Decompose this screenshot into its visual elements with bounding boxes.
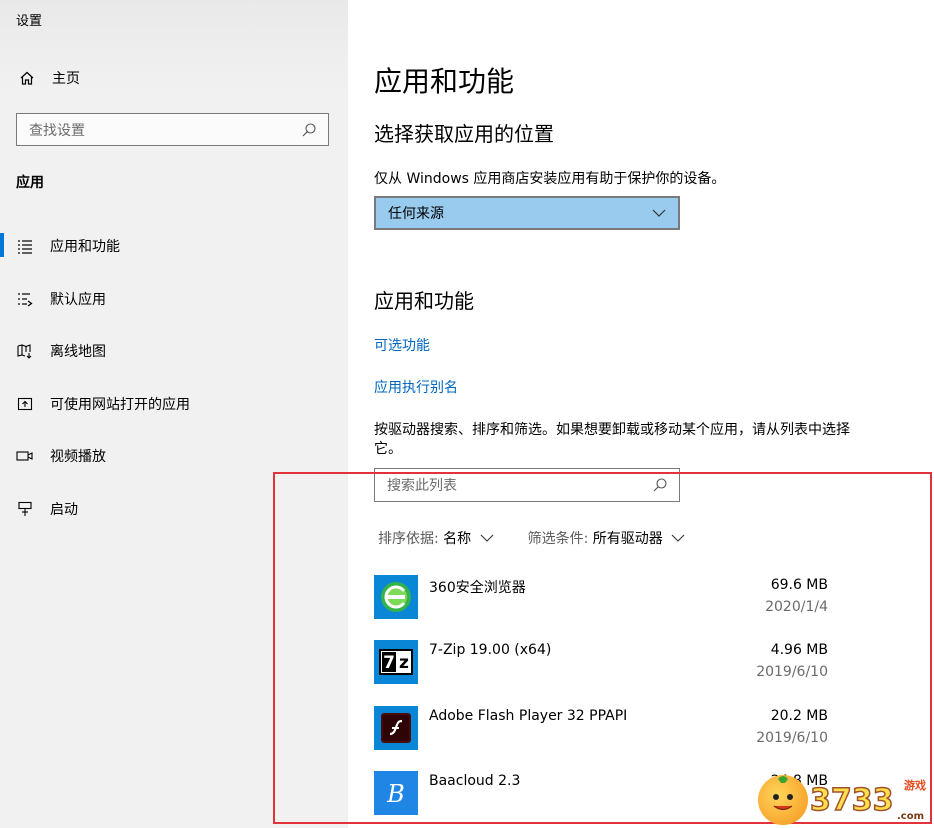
default-apps-icon [16, 290, 34, 308]
offline-maps-icon [16, 342, 34, 360]
sort-dropdown[interactable]: 排序依据: 名称 [378, 528, 494, 548]
sort-label: 排序依据: [378, 531, 439, 547]
app-size: 20.2 MB [770, 707, 828, 724]
sidebar-item-label: 启动 [50, 501, 78, 518]
install-source-dropdown[interactable]: 任何来源 [374, 196, 680, 230]
filter-label: 筛选条件: [527, 531, 589, 547]
app-name: 360安全浏览器 [429, 580, 526, 596]
home-label: 主页 [52, 71, 80, 87]
sidebar-section-label: 应用 [16, 175, 44, 191]
svg-text:z: z [399, 653, 409, 673]
settings-search-input[interactable]: 查找设置 [16, 113, 329, 146]
app-list-search-input[interactable]: 搜索此列表 [374, 468, 680, 502]
window-title: 设置 [16, 14, 43, 29]
apps-features-icon [16, 237, 34, 255]
settings-search-placeholder: 查找设置 [29, 122, 85, 139]
filter-value: 所有驱动器 [592, 531, 663, 547]
app-list-item[interactable]: 360安全浏览器 69.6 MB 2020/1/4 [374, 573, 854, 638]
flash-player-icon [374, 705, 418, 750]
sidebar-item-video-playback[interactable]: 视频播放 [0, 430, 348, 483]
app-name: 7-Zip 19.00 (x64) [429, 642, 552, 659]
install-source-heading: 选择获取应用的位置 [374, 122, 554, 146]
optional-features-link[interactable]: 可选功能 [374, 335, 430, 355]
app-list-search-placeholder: 搜索此列表 [387, 478, 457, 494]
watermark-text: 3733 [809, 782, 894, 819]
home-nav[interactable]: 主页 [18, 68, 80, 88]
sidebar: 设置 主页 查找设置 应用 应用和功能 默认应用 离线地图 可使用网站打开的应用… [0, 0, 348, 828]
search-filter-description: 按驱动器搜索、排序和筛选。如果想要卸载或移动某个应用，请从列表中选择它。 [374, 422, 850, 457]
app-size: 4.96 MB [770, 642, 828, 659]
sidebar-item-label: 默认应用 [50, 291, 106, 308]
apps-features-heading: 应用和功能 [374, 289, 474, 313]
sidebar-item-apps-for-websites[interactable]: 可使用网站打开的应用 [0, 378, 348, 431]
app-execution-alias-link[interactable]: 应用执行别名 [374, 377, 458, 397]
site-watermark-logo: 3733 游戏 .com [758, 774, 930, 826]
watermark-sub: 游戏 [904, 779, 926, 792]
home-icon [18, 69, 36, 87]
chevron-down-icon [650, 204, 668, 222]
search-icon[interactable] [300, 121, 318, 139]
filter-dropdown[interactable]: 筛选条件: 所有驱动器 [528, 528, 686, 548]
app-date: 2020/1/4 [765, 599, 828, 615]
7zip-icon: 7z [374, 640, 418, 685]
main-content: 应用和功能 选择获取应用的位置 仅从 Windows 应用商店安装应用有助于保护… [348, 0, 934, 828]
mascot-icon [758, 775, 808, 825]
install-source-value: 任何来源 [388, 206, 444, 222]
search-icon[interactable] [651, 476, 669, 494]
baacloud-icon: B [374, 770, 418, 815]
sidebar-item-label: 应用和功能 [50, 239, 120, 256]
sidebar-item-default-apps[interactable]: 默认应用 [0, 273, 348, 326]
sidebar-item-apps-features[interactable]: 应用和功能 [0, 220, 348, 273]
video-playback-icon [16, 447, 34, 465]
install-source-description: 仅从 Windows 应用商店安装应用有助于保护你的设备。 [374, 171, 726, 187]
sidebar-item-startup[interactable]: 启动 [0, 483, 348, 536]
startup-icon [16, 500, 34, 518]
app-name: Baacloud 2.3 [429, 772, 521, 789]
app-size: 69.6 MB [770, 577, 828, 593]
sort-filter-bar: 排序依据: 名称 筛选条件: 所有驱动器 [378, 528, 685, 548]
sidebar-nav: 应用和功能 默认应用 离线地图 可使用网站打开的应用 视频播放 启动 [0, 220, 348, 535]
app-list-item[interactable]: Adobe Flash Player 32 PPAPI 20.2 MB 2019… [374, 704, 854, 769]
apps-for-websites-icon [16, 395, 34, 413]
page-title: 应用和功能 [374, 65, 515, 98]
app-date: 2019/6/10 [756, 664, 828, 681]
app-name: Adobe Flash Player 32 PPAPI [429, 707, 628, 724]
app-date: 2019/6/10 [756, 729, 828, 746]
sidebar-item-label: 离线地图 [50, 344, 106, 361]
sidebar-item-label: 可使用网站打开的应用 [50, 396, 190, 413]
sidebar-item-offline-maps[interactable]: 离线地图 [0, 325, 348, 378]
app-list-item[interactable]: 7z 7-Zip 19.00 (x64) 4.96 MB 2019/6/10 [374, 638, 854, 703]
chevron-down-icon [671, 534, 685, 542]
sidebar-item-label: 视频播放 [50, 449, 106, 466]
watermark-domain: .com [896, 811, 924, 822]
svg-text:7: 7 [383, 653, 395, 673]
svg-text:B: B [386, 780, 405, 808]
sort-value: 名称 [443, 531, 472, 547]
360-browser-icon [374, 575, 418, 619]
chevron-down-icon [480, 534, 494, 542]
